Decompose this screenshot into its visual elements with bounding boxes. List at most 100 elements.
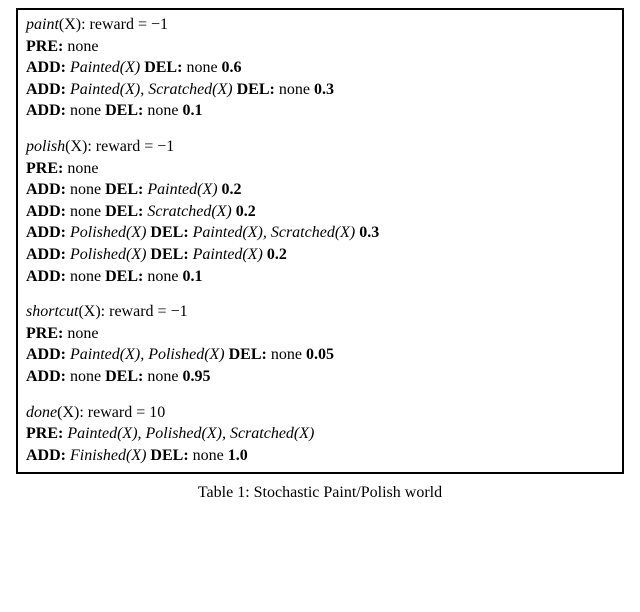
- add-label: ADD:: [26, 346, 66, 363]
- add-label: ADD:: [26, 268, 66, 285]
- del-label: DEL:: [144, 59, 182, 76]
- del-label: DEL:: [229, 346, 267, 363]
- prob-value: 0.2: [236, 203, 256, 220]
- del-label: DEL:: [150, 447, 188, 464]
- effect-row: ADD: Polished(X) DEL: Painted(X) 0.2: [26, 244, 614, 266]
- add-value: Painted(X), Scratched(X): [70, 81, 233, 98]
- pre-row: PRE: Painted(X), Polished(X), Scratched(…: [26, 423, 614, 445]
- effect-row: ADD: none DEL: none 0.1: [26, 266, 614, 288]
- del-value: none: [147, 102, 178, 119]
- prob-value: 0.05: [306, 346, 334, 363]
- add-value: Painted(X): [70, 59, 140, 76]
- action-header: polish(X): reward = −1: [26, 136, 614, 158]
- prob-value: 0.2: [222, 181, 242, 198]
- del-value: none: [279, 81, 310, 98]
- del-value: Painted(X): [193, 246, 263, 263]
- add-value: none: [70, 203, 101, 220]
- pre-row: PRE: none: [26, 36, 614, 58]
- prob-value: 0.1: [182, 102, 202, 119]
- action-name: polish: [26, 138, 65, 155]
- action-shortcut: shortcut(X): reward = −1 PRE: none ADD: …: [26, 301, 614, 387]
- action-polish: polish(X): reward = −1 PRE: none ADD: no…: [26, 136, 614, 287]
- prob-value: 0.6: [222, 59, 242, 76]
- del-label: DEL:: [105, 102, 143, 119]
- pre-row: PRE: none: [26, 323, 614, 345]
- table-caption: Table 1: Stochastic Paint/Polish world: [16, 484, 624, 502]
- add-label: ADD:: [26, 181, 66, 198]
- reward-value: −1: [157, 138, 174, 155]
- action-arg: (X): [59, 16, 81, 33]
- action-header: shortcut(X): reward = −1: [26, 301, 614, 323]
- del-value: Scratched(X): [147, 203, 231, 220]
- reward-sep: : reward =: [87, 138, 157, 155]
- prob-value: 1.0: [228, 447, 248, 464]
- del-label: DEL:: [150, 246, 188, 263]
- add-label: ADD:: [26, 203, 66, 220]
- del-value: none: [147, 268, 178, 285]
- add-value: none: [70, 268, 101, 285]
- add-label: ADD:: [26, 224, 66, 241]
- prob-value: 0.3: [314, 81, 334, 98]
- action-arg: (X): [65, 138, 87, 155]
- effect-row: ADD: Finished(X) DEL: none 1.0: [26, 445, 614, 467]
- del-label: DEL:: [105, 368, 143, 385]
- add-value: Polished(X): [70, 246, 146, 263]
- add-value: none: [70, 368, 101, 385]
- action-done: done(X): reward = 10 PRE: Painted(X), Po…: [26, 402, 614, 467]
- del-label: DEL:: [237, 81, 275, 98]
- action-header: paint(X): reward = −1: [26, 14, 614, 36]
- pre-value: Painted(X), Polished(X), Scratched(X): [67, 425, 314, 442]
- effect-row: ADD: Painted(X) DEL: none 0.6: [26, 57, 614, 79]
- pre-value: none: [67, 160, 98, 177]
- pre-value: none: [67, 38, 98, 55]
- reward-value: −1: [171, 303, 188, 320]
- add-value: none: [70, 181, 101, 198]
- prob-value: 0.95: [182, 368, 210, 385]
- effect-row: ADD: none DEL: Painted(X) 0.2: [26, 179, 614, 201]
- add-label: ADD:: [26, 59, 66, 76]
- action-header: done(X): reward = 10: [26, 402, 614, 424]
- add-value: Painted(X), Polished(X): [70, 346, 225, 363]
- effect-row: ADD: none DEL: none 0.1: [26, 100, 614, 122]
- add-label: ADD:: [26, 447, 66, 464]
- add-label: ADD:: [26, 368, 66, 385]
- action-paint: paint(X): reward = −1 PRE: none ADD: Pai…: [26, 14, 614, 122]
- table-box: paint(X): reward = −1 PRE: none ADD: Pai…: [16, 8, 624, 474]
- add-label: ADD:: [26, 81, 66, 98]
- del-label: DEL:: [105, 203, 143, 220]
- pre-value: none: [67, 325, 98, 342]
- action-arg: (X): [57, 404, 79, 421]
- reward-sep: : reward =: [79, 404, 149, 421]
- action-name: done: [26, 404, 57, 421]
- add-value: Finished(X): [70, 447, 146, 464]
- del-value: none: [193, 447, 224, 464]
- del-label: DEL:: [105, 268, 143, 285]
- add-value: none: [70, 102, 101, 119]
- action-name: paint: [26, 16, 59, 33]
- add-value: Polished(X): [70, 224, 146, 241]
- action-name: shortcut: [26, 303, 78, 320]
- effect-row: ADD: Painted(X), Polished(X) DEL: none 0…: [26, 344, 614, 366]
- prob-value: 0.1: [182, 268, 202, 285]
- del-value: Painted(X): [147, 181, 217, 198]
- del-value: none: [186, 59, 217, 76]
- pre-label: PRE:: [26, 325, 63, 342]
- del-label: DEL:: [105, 181, 143, 198]
- del-value: Painted(X), Scratched(X): [193, 224, 356, 241]
- pre-label: PRE:: [26, 160, 63, 177]
- reward-value: −1: [151, 16, 168, 33]
- effect-row: ADD: none DEL: none 0.95: [26, 366, 614, 388]
- del-value: none: [271, 346, 302, 363]
- reward-sep: : reward =: [81, 16, 151, 33]
- reward-sep: : reward =: [101, 303, 171, 320]
- action-arg: (X): [78, 303, 100, 320]
- add-label: ADD:: [26, 246, 66, 263]
- pre-label: PRE:: [26, 425, 63, 442]
- effect-row: ADD: Painted(X), Scratched(X) DEL: none …: [26, 79, 614, 101]
- del-value: none: [147, 368, 178, 385]
- pre-label: PRE:: [26, 38, 63, 55]
- pre-row: PRE: none: [26, 158, 614, 180]
- add-label: ADD:: [26, 102, 66, 119]
- reward-value: 10: [149, 404, 165, 421]
- prob-value: 0.3: [359, 224, 379, 241]
